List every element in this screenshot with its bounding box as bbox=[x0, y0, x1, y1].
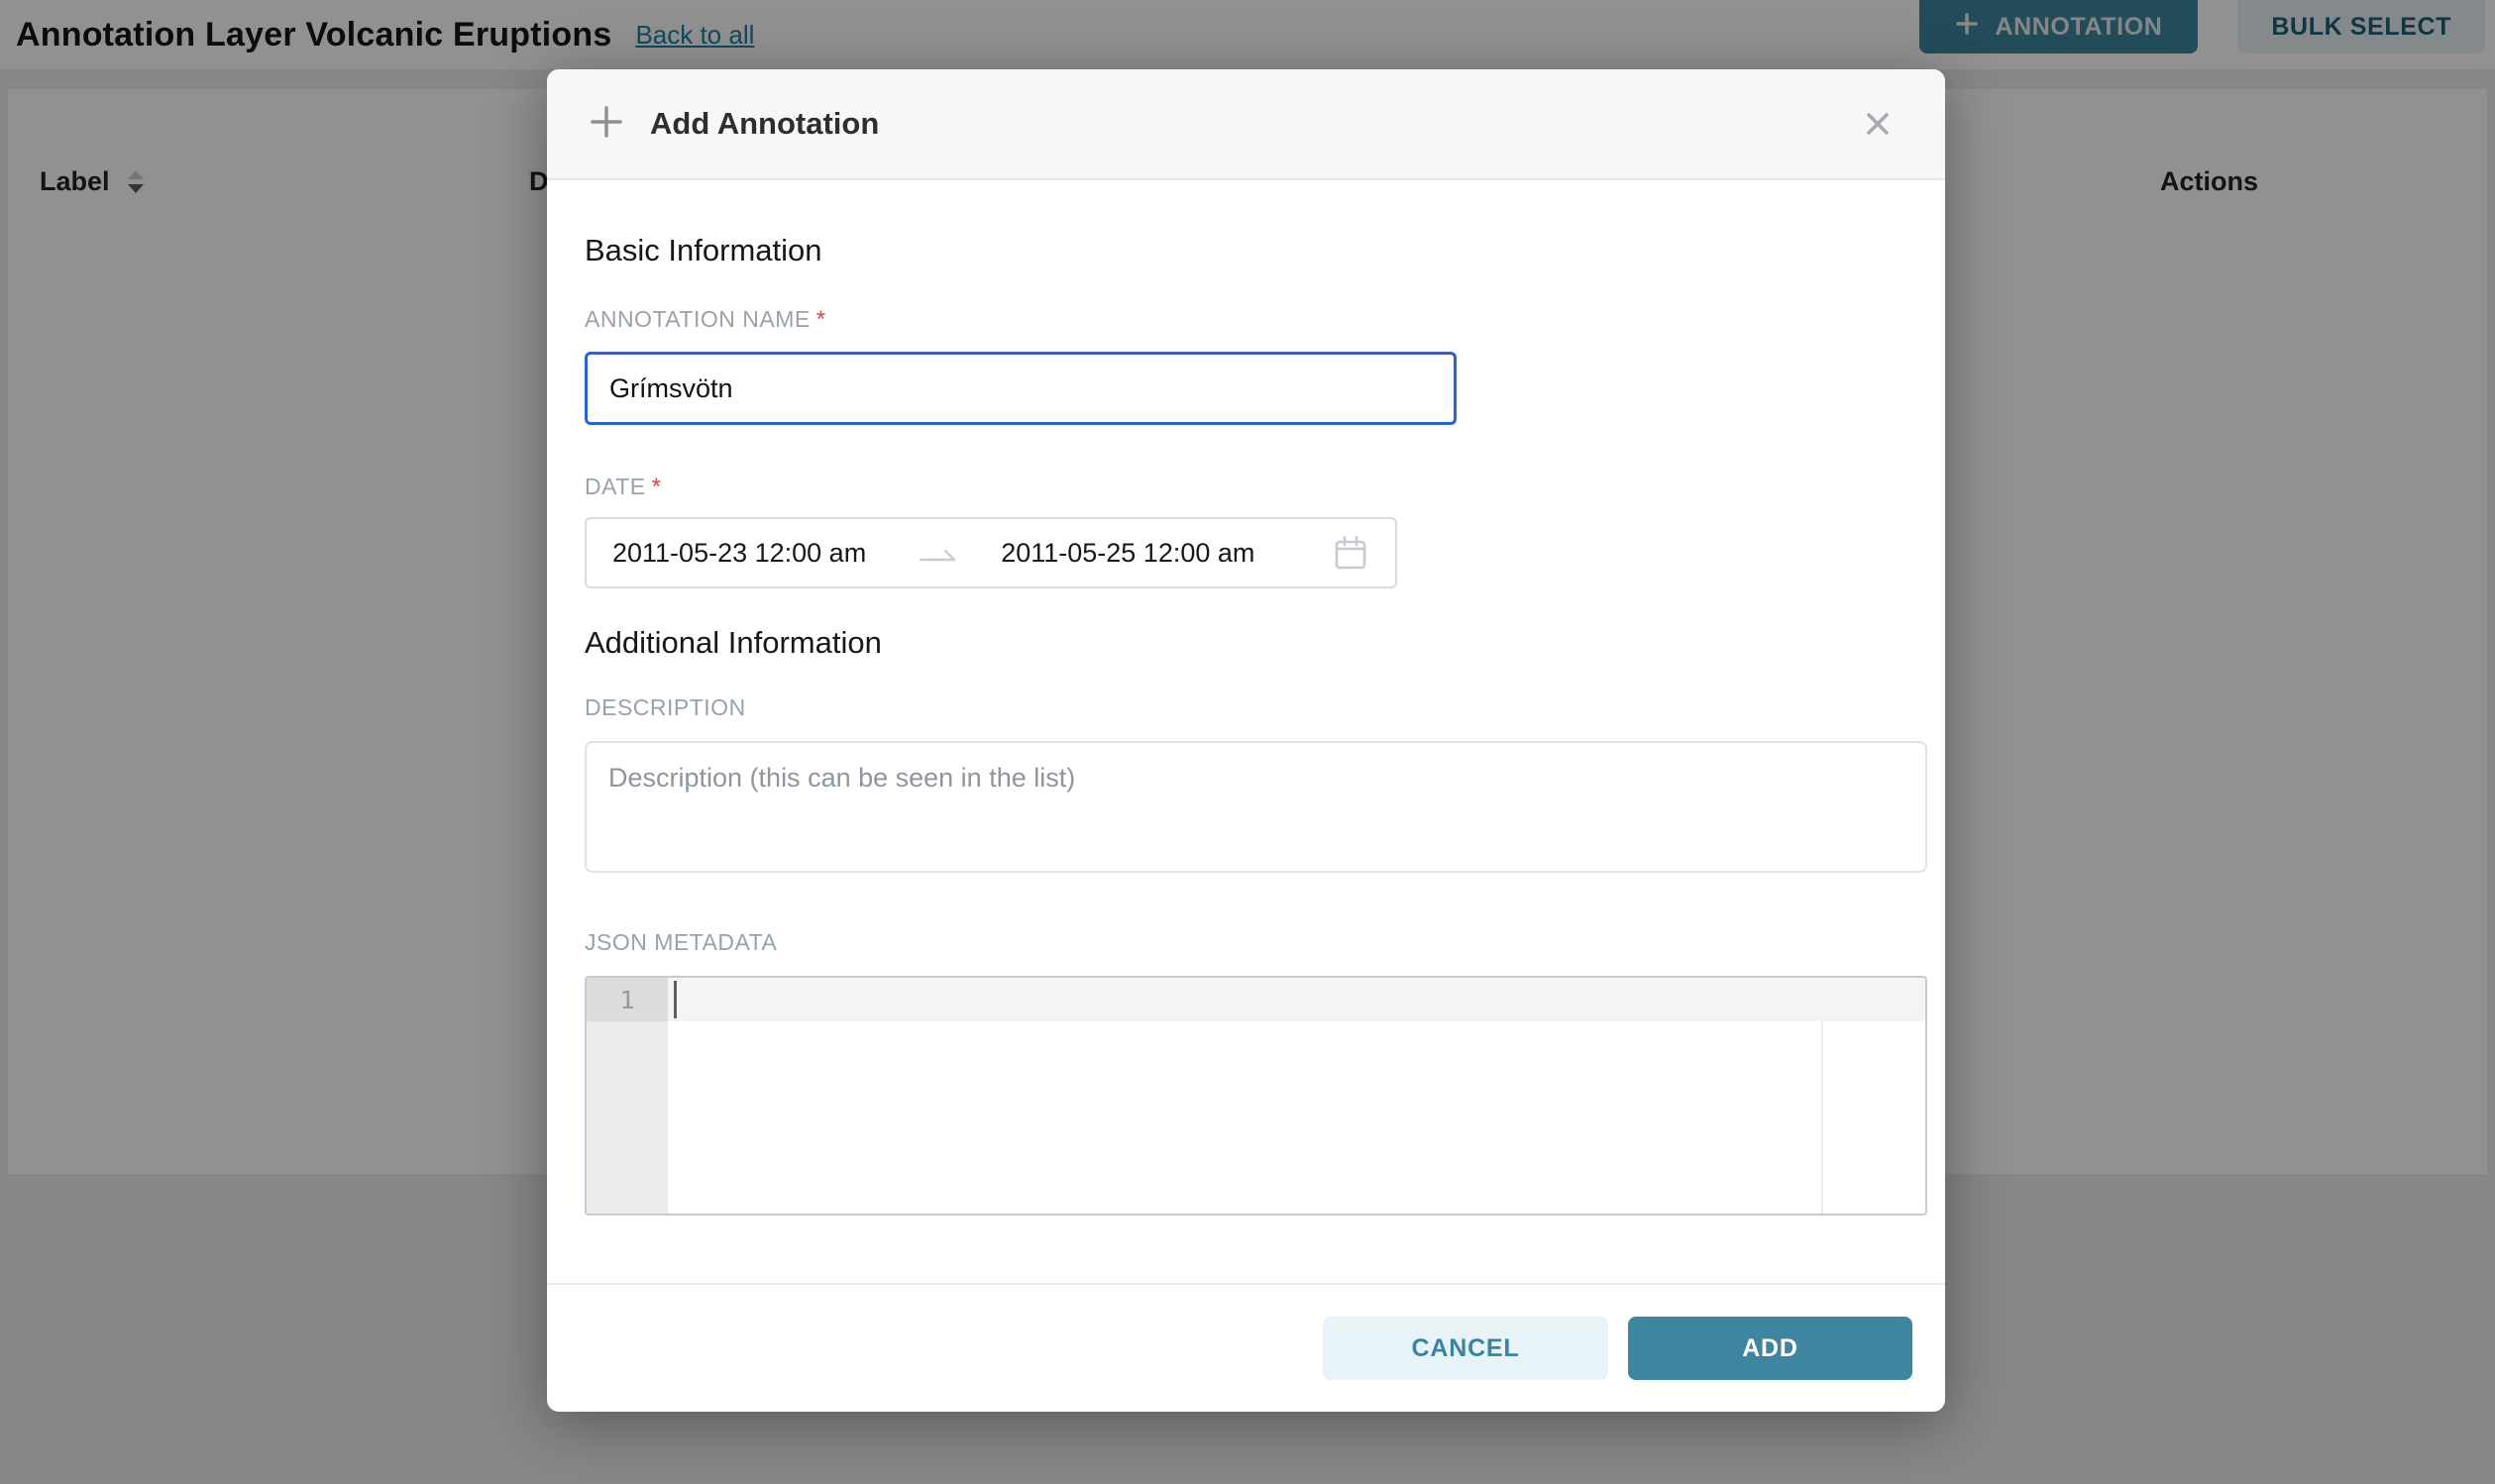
arrow-right-icon bbox=[918, 545, 959, 565]
calendar-icon bbox=[1332, 534, 1369, 572]
modal-body: Basic Information ANNOTATION NAME* DATE*… bbox=[547, 180, 1945, 1283]
required-asterisk: * bbox=[816, 306, 826, 333]
modal-header: Add Annotation bbox=[547, 69, 1945, 180]
annotation-name-label-text: ANNOTATION NAME bbox=[585, 306, 811, 332]
close-icon[interactable] bbox=[1862, 108, 1894, 140]
date-label-text: DATE bbox=[585, 474, 646, 499]
add-button[interactable]: ADD bbox=[1628, 1317, 1912, 1380]
modal-title: Add Annotation bbox=[650, 106, 879, 142]
cancel-button[interactable]: CANCEL bbox=[1323, 1317, 1608, 1380]
editor-cursor bbox=[674, 981, 677, 1018]
add-annotation-modal: Add Annotation Basic Information ANNOTAT… bbox=[547, 69, 1945, 1412]
date-end-value[interactable]: 2011-05-25 12:00 am bbox=[1001, 538, 1254, 569]
editor-print-margin bbox=[1821, 1021, 1823, 1214]
annotation-name-input[interactable] bbox=[585, 352, 1457, 425]
annotation-name-label: ANNOTATION NAME* bbox=[585, 305, 1907, 334]
editor-active-line bbox=[668, 978, 1925, 1021]
description-textarea[interactable] bbox=[585, 741, 1927, 873]
date-label: DATE* bbox=[585, 473, 1907, 501]
json-metadata-editor[interactable]: 1 bbox=[585, 976, 1927, 1216]
description-label: DESCRIPTION bbox=[585, 693, 1907, 721]
date-range-picker[interactable]: 2011-05-23 12:00 am 2011-05-25 12:00 am bbox=[585, 517, 1397, 588]
modal-footer: CANCEL ADD bbox=[547, 1283, 1945, 1412]
plus-icon bbox=[589, 104, 624, 145]
date-start-value[interactable]: 2011-05-23 12:00 am bbox=[612, 538, 866, 569]
json-metadata-label: JSON METADATA bbox=[585, 928, 1907, 956]
editor-line-number: 1 bbox=[587, 978, 668, 1021]
required-asterisk: * bbox=[652, 474, 662, 500]
section-additional-information: Additional Information bbox=[585, 624, 1907, 662]
section-basic-information: Basic Information bbox=[585, 232, 1907, 269]
